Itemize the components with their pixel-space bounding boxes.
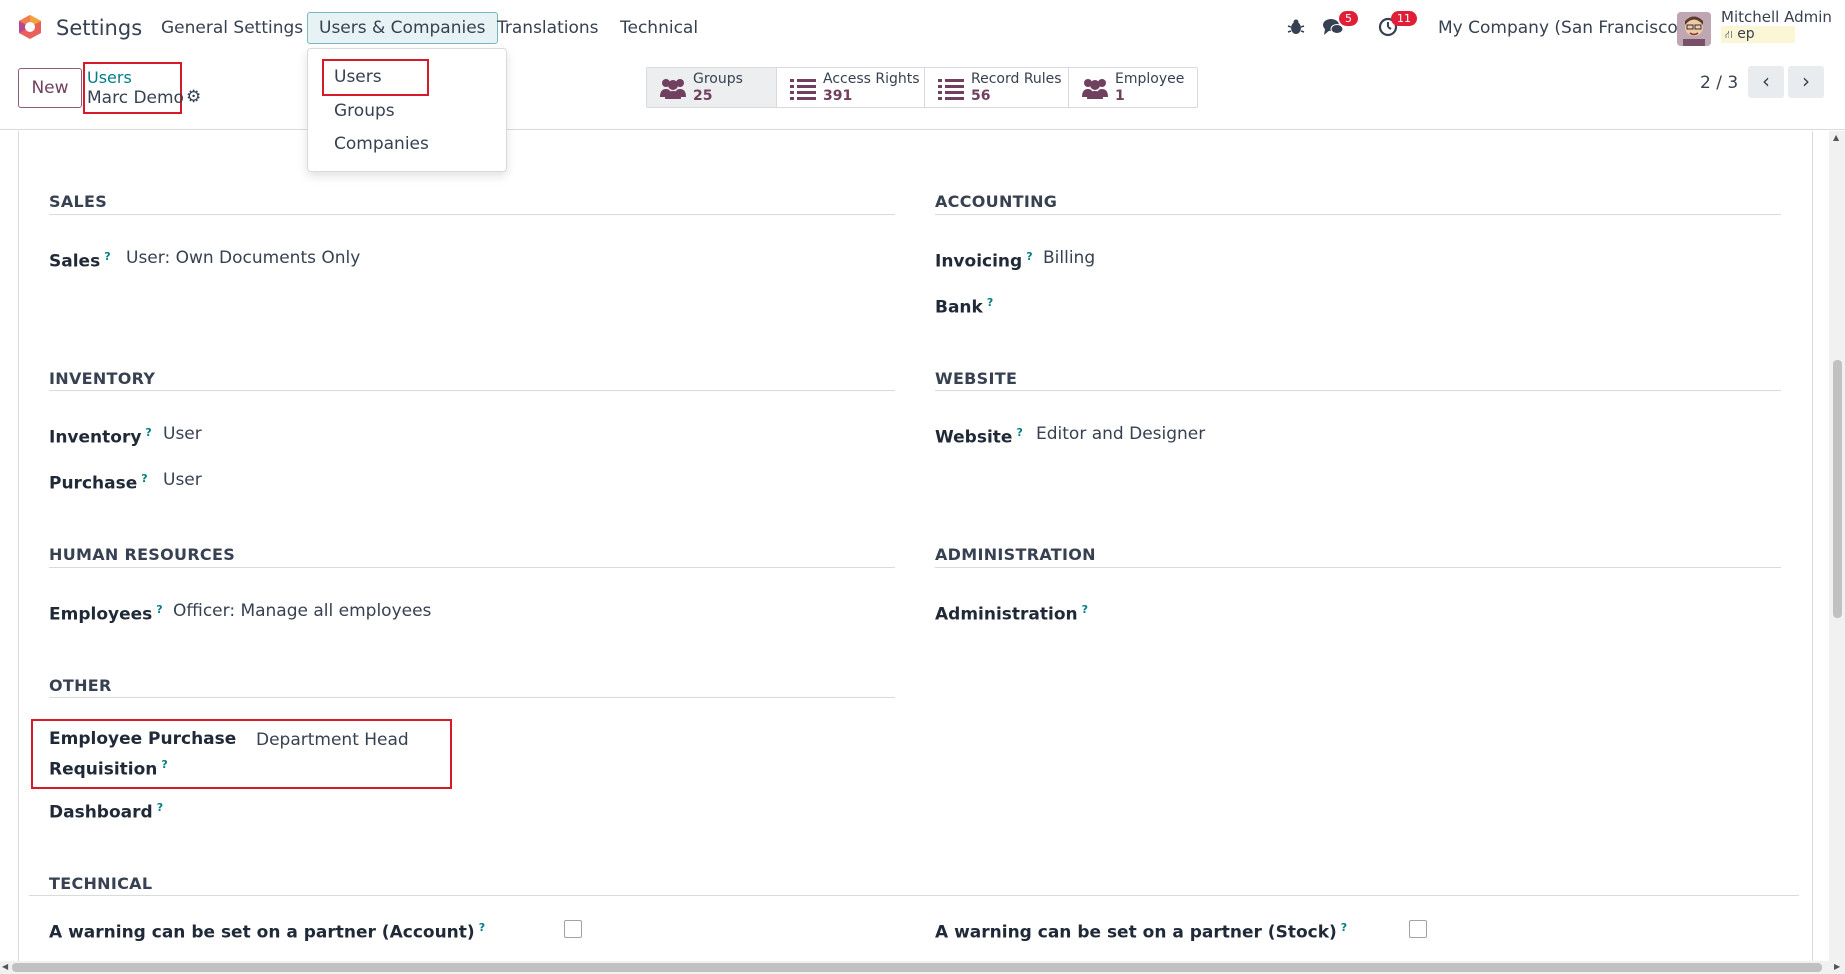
field-value-purchase[interactable]: User (163, 470, 202, 490)
section-title-other: OTHER (49, 676, 112, 695)
warning-account-checkbox[interactable] (564, 920, 582, 938)
field-label-inventory: Inventory? (49, 426, 152, 448)
help-icon[interactable]: ? (156, 603, 162, 616)
help-icon[interactable]: ? (141, 472, 147, 485)
section-divider (49, 214, 895, 215)
menu-translations[interactable]: Translations (497, 18, 599, 38)
database-icon: ⛙ (1725, 28, 1733, 41)
field-label-employee-purchase-requisition: Employee Purchase Requisition? (49, 729, 237, 780)
help-icon[interactable]: ? (145, 426, 151, 439)
field-value-inventory[interactable]: User (163, 424, 202, 444)
app-name[interactable]: Settings (56, 16, 142, 40)
dropdown-item-companies[interactable]: Companies (334, 134, 429, 154)
employee-label: Employee (1115, 70, 1185, 87)
warning-stock-checkbox[interactable] (1409, 920, 1427, 938)
section-divider (935, 390, 1781, 391)
list-icon (790, 78, 816, 100)
field-label-website: Website? (935, 426, 1023, 448)
horizontal-scrollbar-thumb[interactable] (12, 963, 1822, 972)
access-rights-label: Access Rights (823, 70, 920, 87)
pager-next-button[interactable]: › (1788, 66, 1824, 98)
new-button[interactable]: New (18, 68, 82, 108)
help-icon[interactable]: ? (161, 758, 167, 771)
field-label-dashboard: Dashboard? (49, 801, 164, 823)
help-icon[interactable]: ? (1341, 921, 1347, 934)
users-companies-dropdown: Users Groups Companies (307, 48, 507, 172)
section-divider (935, 214, 1781, 215)
odoo-logo-icon[interactable] (17, 14, 43, 40)
menu-technical[interactable]: Technical (620, 18, 698, 38)
section-title-inventory: INVENTORY (49, 369, 156, 388)
company-switcher[interactable]: My Company (San Francisco) (1438, 18, 1684, 38)
messages-badge: 5 (1339, 11, 1358, 26)
field-label-invoicing: Invoicing? (935, 250, 1033, 272)
database-label: ep (1737, 26, 1755, 42)
users-icon (1082, 78, 1108, 99)
field-label-warning-stock: A warning can be set on a partner (Stock… (935, 921, 1348, 943)
field-label-purchase: Purchase? (49, 472, 148, 494)
help-icon[interactable]: ? (987, 296, 993, 309)
user-avatar[interactable] (1677, 12, 1711, 46)
section-title-website: WEBSITE (935, 369, 1018, 388)
pager-previous-button[interactable]: ‹ (1748, 66, 1784, 98)
field-value-website[interactable]: Editor and Designer (1036, 424, 1205, 444)
access-rights-count: 391 (823, 87, 853, 104)
section-title-sales: SALES (49, 192, 108, 211)
help-icon[interactable]: ? (1016, 426, 1022, 439)
groups-label: Groups (693, 70, 743, 87)
groups-smart-button[interactable]: Groups 25 (647, 68, 777, 107)
section-divider (49, 567, 895, 568)
field-label-employees: Employees? (49, 603, 163, 625)
section-title-administration: ADMINISTRATION (935, 545, 1096, 564)
record-rules-smart-button[interactable]: Record Rules 56 (925, 68, 1069, 107)
section-divider (49, 390, 895, 391)
help-icon[interactable]: ? (104, 250, 110, 263)
groups-count: 25 (693, 87, 713, 104)
scroll-left-arrow-icon[interactable]: ◀ (2, 962, 8, 971)
field-value-invoicing[interactable]: Billing (1043, 248, 1095, 268)
help-icon[interactable]: ? (1026, 250, 1032, 263)
employee-smart-button[interactable]: Employee 1 (1069, 68, 1197, 107)
section-divider (49, 697, 895, 698)
menu-general-settings[interactable]: General Settings (161, 18, 303, 38)
list-icon (938, 78, 964, 100)
top-navbar: Settings General Settings Users & Compan… (0, 0, 1845, 56)
activities-badge: 11 (1391, 11, 1417, 26)
vertical-scrollbar-thumb[interactable] (1833, 360, 1842, 618)
control-panel: New Users Marc Demo ⚙ Groups 25 Access Ri… (0, 56, 1845, 130)
field-label-administration: Administration? (935, 603, 1089, 625)
gear-icon[interactable]: ⚙ (186, 87, 201, 107)
employee-count: 1 (1115, 87, 1125, 104)
field-label-warning-account: A warning can be set on a partner (Accou… (49, 921, 486, 943)
breadcrumb-users-link[interactable]: Users (87, 68, 132, 87)
help-icon[interactable]: ? (157, 801, 163, 814)
field-value-employee-purchase-requisition[interactable]: Department Head (256, 730, 409, 750)
section-divider (935, 567, 1781, 568)
section-divider (29, 895, 1799, 896)
field-label-bank: Bank? (935, 296, 994, 318)
database-name: ⛙ ep (1721, 26, 1795, 43)
help-icon[interactable]: ? (479, 921, 485, 934)
help-icon[interactable]: ? (1082, 603, 1088, 616)
smart-buttons: Groups 25 Access Rights 391 Record Rules 56 (646, 67, 1198, 108)
bug-icon[interactable] (1287, 18, 1305, 36)
scroll-right-arrow-icon[interactable]: ▶ (1834, 962, 1840, 971)
section-title-accounting: ACCOUNTING (935, 192, 1058, 211)
field-value-employees[interactable]: Officer: Manage all employees (173, 601, 431, 621)
menu-users-companies[interactable]: Users & Companies (307, 12, 498, 44)
record-rules-label: Record Rules (971, 70, 1062, 87)
scroll-up-arrow-icon[interactable]: ▲ (1833, 133, 1839, 142)
dropdown-item-users[interactable]: Users (334, 67, 382, 87)
users-icon (660, 78, 686, 99)
user-name[interactable]: Mitchell Admin (1721, 8, 1832, 26)
access-rights-smart-button[interactable]: Access Rights 391 (777, 68, 925, 107)
dropdown-item-groups[interactable]: Groups (334, 101, 395, 121)
section-title-technical: TECHNICAL (49, 874, 153, 893)
record-rules-count: 56 (971, 87, 991, 104)
breadcrumb-current: Marc Demo (87, 88, 184, 108)
section-title-hr: HUMAN RESOURCES (49, 545, 236, 564)
field-value-sales[interactable]: User: Own Documents Only (126, 248, 360, 268)
field-label-sales: Sales? (49, 250, 111, 272)
pager-value[interactable]: 2 / 3 (1700, 73, 1738, 93)
